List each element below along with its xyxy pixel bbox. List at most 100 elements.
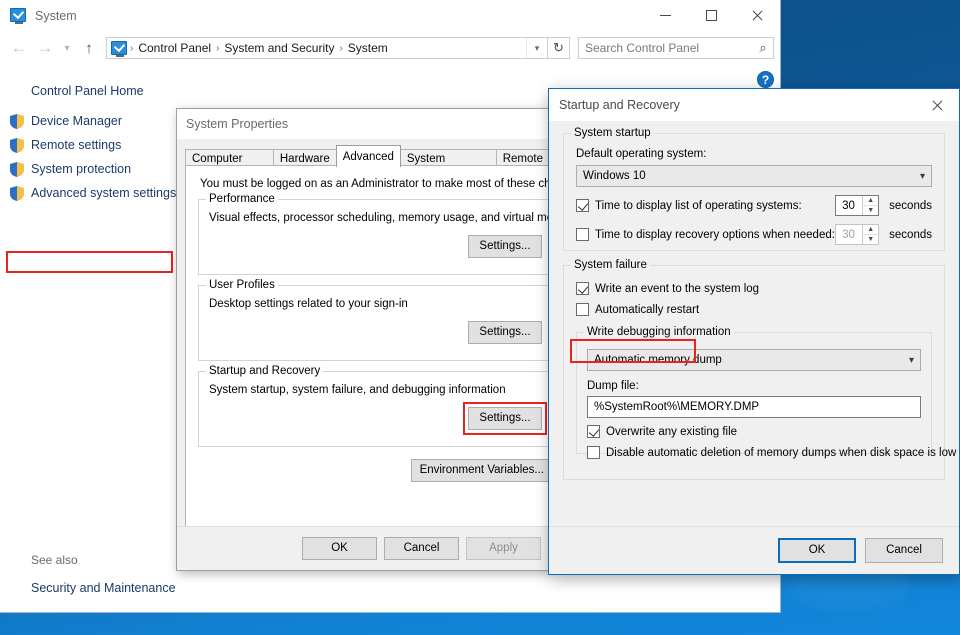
write-event-checkbox[interactable]: [576, 282, 589, 295]
disable-deletion-checkbox[interactable]: [587, 446, 600, 459]
stepper-down-icon: ▼: [863, 234, 879, 244]
breadcrumb-item-system-and-security[interactable]: System and Security: [220, 41, 338, 55]
window-title: System: [35, 8, 77, 23]
disable-deletion-row[interactable]: Disable automatic deletion of memory dum…: [587, 446, 956, 459]
user-profiles-group-legend: User Profiles: [206, 279, 278, 291]
system-properties-apply-button: Apply: [466, 537, 541, 560]
refresh-icon[interactable]: ↻: [548, 37, 570, 59]
sidebar-item-security-and-maintenance[interactable]: Security and Maintenance: [31, 581, 176, 595]
environment-variables-button[interactable]: Environment Variables...: [410, 459, 553, 482]
shield-icon: [10, 186, 24, 201]
see-also-label: See also: [31, 553, 78, 567]
dump-file-value: %SystemRoot%\MEMORY.DMP: [594, 401, 760, 413]
search-input[interactable]: [579, 40, 753, 56]
startup-cancel-button[interactable]: Cancel: [865, 538, 943, 563]
write-debugging-group: Write debugging information Automatic me…: [576, 326, 956, 459]
breadcrumb-item-control-panel[interactable]: Control Panel: [134, 41, 215, 55]
dump-file-input[interactable]: %SystemRoot%\MEMORY.DMP: [587, 396, 921, 418]
system-properties-cancel-button[interactable]: Cancel: [384, 537, 459, 560]
startup-recovery-description: System startup, system failure, and debu…: [209, 384, 506, 396]
user-profiles-group: User Profiles Desktop settings related t…: [198, 279, 553, 361]
time-display-recovery-units: seconds: [889, 228, 932, 241]
control-panel-titlebar: System: [0, 0, 780, 31]
auto-restart-label: Automatically restart: [595, 303, 700, 316]
chevron-down-icon: ▾: [919, 170, 925, 182]
debug-info-select[interactable]: Automatic memory dump ▾: [587, 349, 921, 371]
desktop-screen: System ← → ▾ ↑ › Control Panel › System …: [0, 0, 960, 635]
time-display-recovery-stepper: 30 ▲ ▼: [835, 224, 880, 245]
write-event-row[interactable]: Write an event to the system log: [576, 282, 932, 295]
breadcrumb-system-icon: [111, 40, 127, 57]
time-display-list-row[interactable]: Time to display list of operating system…: [576, 195, 932, 216]
user-profiles-settings-button[interactable]: Settings...: [468, 321, 542, 344]
sidebar-item-control-panel-home[interactable]: Control Panel Home: [0, 79, 180, 109]
window-controls: [642, 0, 780, 31]
sidebar-item-remote-settings[interactable]: Remote settings: [0, 133, 180, 157]
default-os-value: Windows 10: [583, 170, 646, 182]
disable-deletion-label: Disable automatic deletion of memory dum…: [606, 446, 957, 459]
performance-description: Visual effects, processor scheduling, me…: [209, 212, 579, 224]
sidebar-item-system-protection[interactable]: System protection: [0, 157, 180, 181]
default-os-select[interactable]: Windows 10 ▾: [576, 165, 932, 187]
search-box[interactable]: ⌕: [578, 37, 774, 59]
breadcrumb-chevron-down-icon[interactable]: ▾: [526, 38, 547, 58]
system-monitor-icon: [10, 7, 26, 24]
startup-and-recovery-titlebar: Startup and Recovery: [549, 89, 959, 121]
user-profiles-description: Desktop settings related to your sign-in: [209, 298, 408, 310]
stepper-down-icon[interactable]: ▼: [863, 205, 879, 215]
startup-recovery-group: Startup and Recovery System startup, sys…: [198, 365, 553, 447]
tab-advanced[interactable]: Advanced: [335, 145, 401, 167]
minimize-button[interactable]: [642, 0, 688, 31]
auto-restart-row[interactable]: Automatically restart: [576, 303, 932, 316]
overwrite-label: Overwrite any existing file: [606, 425, 738, 438]
auto-restart-checkbox[interactable]: [576, 303, 589, 316]
time-display-list-checkbox[interactable]: [576, 199, 589, 212]
breadcrumb[interactable]: › Control Panel › System and Security › …: [106, 37, 548, 59]
startup-and-recovery-body: System startup Default operating system:…: [549, 121, 959, 480]
sidebar-item-advanced-system-settings[interactable]: Advanced system settings: [0, 181, 180, 205]
performance-settings-button[interactable]: Settings...: [468, 235, 542, 258]
startup-and-recovery-dialog: Startup and Recovery System startup Defa…: [548, 88, 960, 575]
advanced-tab-panel: You must be logged on as an Administrato…: [185, 165, 582, 536]
forward-arrow-icon[interactable]: →: [32, 35, 58, 61]
time-display-list-units: seconds: [889, 199, 932, 212]
time-display-list-label: Time to display list of operating system…: [595, 199, 802, 212]
system-properties-ok-button[interactable]: OK: [302, 537, 377, 560]
chevron-down-icon: ▾: [908, 354, 914, 366]
system-startup-group: System startup Default operating system:…: [563, 127, 945, 251]
startup-ok-button[interactable]: OK: [778, 538, 856, 563]
navigation-bar: ← → ▾ ↑ › Control Panel › System and Sec…: [0, 31, 780, 65]
search-icon[interactable]: ⌕: [753, 40, 773, 56]
stepper-up-icon[interactable]: ▲: [863, 196, 878, 205]
stepper-up-icon: ▲: [867, 226, 875, 233]
up-arrow-icon[interactable]: ↑: [76, 35, 102, 61]
back-arrow-icon[interactable]: ←: [6, 35, 32, 61]
shield-icon: [10, 138, 24, 153]
dump-file-label: Dump file:: [587, 380, 639, 392]
system-failure-legend: System failure: [571, 259, 650, 271]
time-display-list-stepper[interactable]: 30 ▲ ▼: [835, 195, 880, 216]
default-os-label: Default operating system:: [576, 148, 707, 160]
dialog-title: Startup and Recovery: [559, 98, 680, 112]
write-debugging-legend: Write debugging information: [584, 326, 734, 338]
close-icon[interactable]: [915, 89, 959, 121]
shield-icon: [10, 162, 24, 177]
shield-icon: [10, 114, 24, 129]
recent-locations-chevron-down-icon[interactable]: ▾: [58, 35, 76, 61]
sidebar-item-label: Remote settings: [31, 138, 122, 152]
time-display-recovery-label: Time to display recovery options when ne…: [595, 228, 835, 241]
close-button[interactable]: [734, 0, 780, 31]
overwrite-row[interactable]: Overwrite any existing file: [587, 425, 921, 438]
performance-group-legend: Performance: [206, 193, 278, 205]
startup-recovery-settings-button[interactable]: Settings...: [468, 407, 542, 430]
debug-info-value: Automatic memory dump: [594, 354, 722, 366]
breadcrumb-item-system[interactable]: System: [344, 41, 392, 55]
system-properties-titlebar: System Properties: [177, 109, 549, 139]
maximize-button[interactable]: [688, 0, 734, 31]
sidebar-item-device-manager[interactable]: Device Manager: [0, 109, 180, 133]
system-startup-legend: System startup: [571, 127, 654, 139]
time-display-recovery-row[interactable]: Time to display recovery options when ne…: [576, 224, 932, 245]
overwrite-checkbox[interactable]: [587, 425, 600, 438]
startup-recovery-group-legend: Startup and Recovery: [206, 365, 324, 377]
time-display-recovery-checkbox[interactable]: [576, 228, 589, 241]
